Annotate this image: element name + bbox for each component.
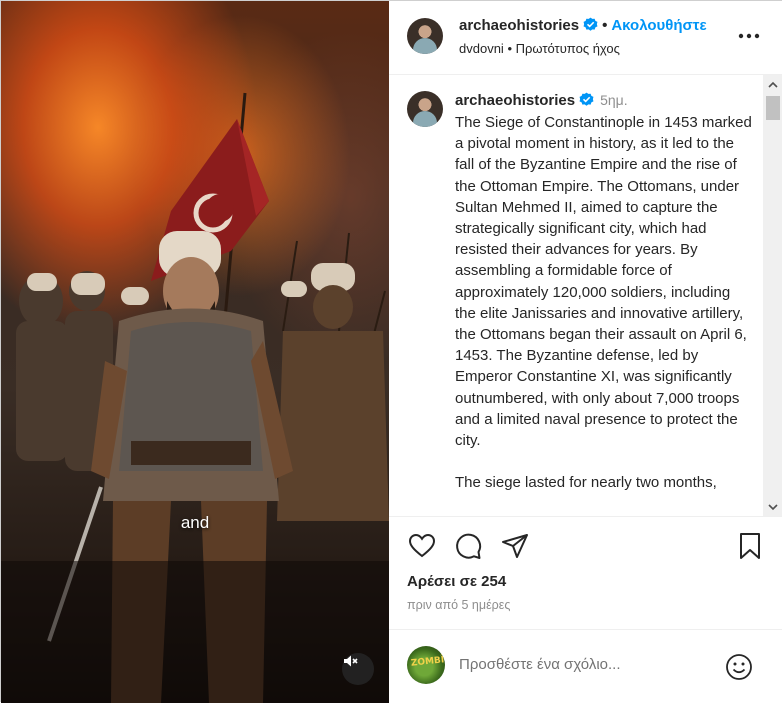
post-header: archaeohistories • Ακολουθήστε dvdovni • Π… bbox=[389, 1, 782, 75]
verified-badge-icon bbox=[579, 92, 594, 106]
audio-author[interactable]: dvdovni bbox=[459, 41, 504, 56]
action-bar bbox=[389, 531, 782, 565]
post-date[interactable]: πριν από 5 ημέρες bbox=[407, 598, 510, 612]
more-options-icon[interactable] bbox=[737, 27, 761, 45]
emoji-picker-icon[interactable] bbox=[725, 653, 753, 681]
audio-line[interactable]: dvdovni • Πρωτότυπος ήχος bbox=[459, 41, 620, 56]
post-caption-text: The Siege of Constantinople in 1453 mark… bbox=[455, 114, 752, 492]
post-details-panel: archaeohistories • Ακολουθήστε dvdovni • Π… bbox=[389, 1, 782, 703]
post-window: and archaeohistories • Ακολουθήστε dvdovni… bbox=[0, 0, 782, 703]
video-player[interactable]: and bbox=[1, 1, 389, 703]
caption-timestamp[interactable]: 5ημ. bbox=[600, 92, 628, 108]
caption-author-line: archaeohistories 5ημ. bbox=[455, 92, 628, 109]
mute-button[interactable] bbox=[342, 653, 374, 685]
like-heart-icon[interactable] bbox=[407, 531, 437, 561]
scrollbar-thumb[interactable] bbox=[766, 96, 780, 120]
author-avatar[interactable] bbox=[407, 18, 443, 54]
scroll-up-arrow-icon[interactable] bbox=[767, 79, 779, 91]
audio-separator: • bbox=[507, 41, 512, 56]
comments-section: archaeohistories 5ημ. The Siege of Consta… bbox=[389, 75, 782, 517]
avatar-lettering: ZOMBÎ bbox=[410, 655, 445, 669]
video-frame-illustration bbox=[1, 92, 389, 703]
header-separator: • bbox=[602, 17, 608, 34]
comments-scrollbar[interactable] bbox=[763, 75, 782, 516]
share-paper-plane-icon[interactable] bbox=[500, 531, 530, 561]
author-line: archaeohistories • Ακολουθήστε bbox=[459, 17, 707, 34]
follow-button[interactable]: Ακολουθήστε bbox=[611, 17, 706, 34]
save-bookmark-icon[interactable] bbox=[735, 531, 765, 561]
audio-label[interactable]: Πρωτότυπος ήχος bbox=[516, 41, 620, 56]
comment-input[interactable] bbox=[459, 656, 709, 673]
likes-count[interactable]: Αρέσει σε 254 bbox=[407, 573, 506, 590]
speaker-muted-icon bbox=[344, 655, 358, 667]
add-comment-bar: ZOMBÎ bbox=[389, 629, 782, 703]
caption-author-username[interactable]: archaeohistories bbox=[455, 92, 575, 109]
scroll-down-arrow-icon[interactable] bbox=[767, 501, 779, 513]
author-username[interactable]: archaeohistories bbox=[459, 17, 579, 34]
verified-badge-icon bbox=[583, 17, 598, 31]
video-caption: and bbox=[180, 513, 210, 532]
current-user-avatar: ZOMBÎ bbox=[407, 646, 445, 684]
caption-author-avatar[interactable] bbox=[407, 91, 443, 127]
comment-bubble-icon[interactable] bbox=[453, 531, 483, 561]
